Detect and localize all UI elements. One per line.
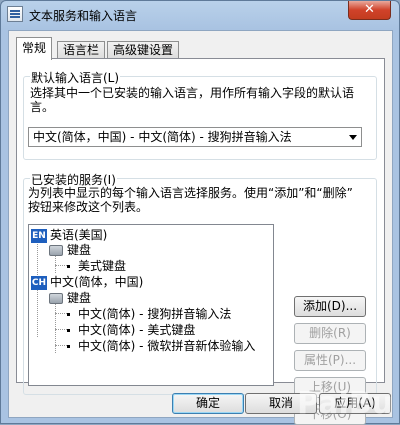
tree-service-label: 中文(简体) - 搜狗拼音输入法 [78, 307, 232, 321]
title-bar[interactable]: 文本服务和输入语言 ✕ [1, 1, 399, 27]
dialog-window: 文本服务和输入语言 ✕ 常规 语言栏 高级键设置 默认输入语言(L) 选择其中一… [0, 0, 400, 425]
tree-service-item[interactable]: 美式键盘 [67, 258, 126, 274]
window-title: 文本服务和输入语言 [29, 9, 138, 23]
tab-panel-general: 默认输入语言(L) 选择其中一个已安装的输入语言，用作所有输入字段的默认语言。 … [16, 58, 385, 425]
default-language-value: 中文(简体，中国) - 中文(简体) - 搜狗拼音输入法 [33, 130, 292, 144]
bullet-icon [67, 329, 70, 332]
ok-button[interactable]: 确定 [172, 393, 244, 414]
tree-keyboard-label: 键盘 [67, 291, 92, 305]
properties-button[interactable]: 属性(P)... [294, 350, 366, 371]
bullet-icon [67, 313, 70, 316]
keyboard-icon [49, 293, 63, 304]
tree-connector [55, 329, 67, 330]
tree-language-label: 英语(美国) [50, 228, 108, 242]
language-badge-icon: CH [31, 275, 47, 290]
tree-keyboard-node[interactable]: 键盘 [49, 242, 91, 258]
tree-language-chinese[interactable]: CH 中文(简体，中国) [31, 274, 143, 290]
tree-service-item[interactable]: 中文(简体) - 美式键盘 [67, 322, 195, 338]
bullet-icon [67, 345, 70, 348]
tree-language-english[interactable]: EN 英语(美国) [31, 227, 107, 243]
default-language-group: 默认输入语言(L) 选择其中一个已安装的输入语言，用作所有输入字段的默认语言。 … [23, 69, 377, 160]
default-language-dropdown[interactable]: 中文(简体，中国) - 中文(简体) - 搜狗拼音输入法 [28, 127, 362, 147]
tree-connector [37, 287, 38, 337]
add-button[interactable]: 添加(D)... [294, 296, 366, 317]
tree-language-label: 中文(简体，中国) [50, 275, 144, 289]
remove-button[interactable]: 删除(R) [294, 323, 366, 344]
app-icon [7, 6, 23, 22]
installed-services-tree[interactable]: EN 英语(美国) 键盘 美式键盘 CH 中文(简体，中国) 键盘 中文(简体)… [28, 224, 274, 386]
tree-keyboard-label: 键盘 [67, 243, 92, 257]
installed-services-group: 已安装的服务(I) 为列表中显示的每个输入语言选择服务。使用“添加”和“删除” … [23, 171, 377, 425]
default-language-title: 默认输入语言(L) [30, 69, 121, 86]
installed-services-description-line1: 为列表中显示的每个输入语言选择服务。使用“添加”和“删除” [28, 186, 353, 200]
tab-advanced-key-settings[interactable]: 高级键设置 [107, 41, 180, 59]
tree-keyboard-node[interactable]: 键盘 [49, 290, 91, 306]
bullet-icon [67, 265, 70, 268]
tree-service-item[interactable]: 中文(简体) - 微软拼音新体验输入 [67, 338, 255, 354]
dialog-client: 常规 语言栏 高级键设置 默认输入语言(L) 选择其中一个已安装的输入语言，用作… [8, 30, 393, 425]
tree-service-item[interactable]: 中文(简体) - 搜狗拼音输入法 [67, 306, 231, 322]
tree-service-label: 中文(简体) - 美式键盘 [78, 323, 196, 337]
tab-general[interactable]: 常规 [16, 37, 53, 60]
tree-connector [55, 265, 67, 266]
watermark-logo: PaiBu [297, 386, 393, 421]
close-button[interactable]: ✕ [348, 1, 391, 20]
tree-connector [55, 345, 67, 346]
tree-connector [55, 313, 67, 314]
tab-language-bar[interactable]: 语言栏 [57, 41, 106, 59]
installed-services-description-line2: 按钮来修改这个列表。 [28, 200, 149, 214]
chevron-down-icon [349, 135, 357, 140]
keyboard-icon [49, 245, 63, 256]
default-language-description: 选择其中一个已安装的输入语言，用作所有输入字段的默认语言。 [30, 86, 355, 114]
tree-service-label: 美式键盘 [78, 259, 127, 273]
language-badge-icon: EN [31, 228, 47, 243]
tree-service-label: 中文(简体) - 微软拼音新体验输入 [78, 339, 256, 353]
